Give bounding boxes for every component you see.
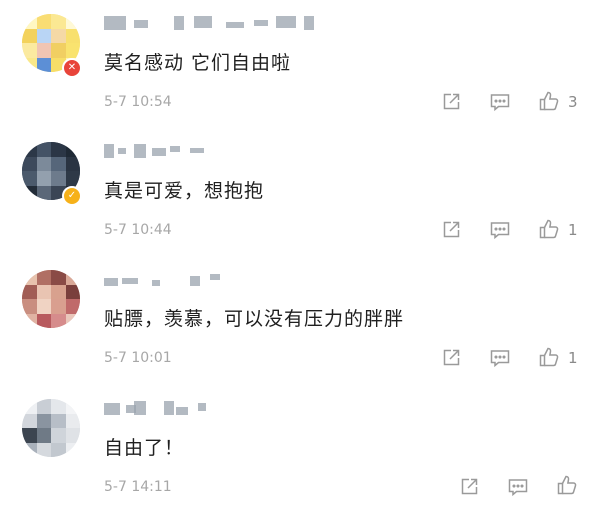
thumbs-up-icon[interactable] [538,90,560,112]
comment-icon[interactable] [489,91,511,113]
comment-icon[interactable] [489,219,511,241]
username-pixelated[interactable] [104,401,214,415]
verified-badge-icon: ✓ [62,186,82,206]
comment-time: 5-7 10:44 [104,222,172,238]
share-icon[interactable] [440,91,462,113]
comment-text: 真是可爱，想抱抱 [104,180,265,202]
like-count: 1 [568,349,578,367]
comment-time: 5-7 10:01 [104,350,172,366]
avatar[interactable] [22,270,80,328]
like-count: 1 [568,221,578,239]
comment-item: ✓ 真是可爱，想抱抱 5-7 10:44 1 [0,128,600,258]
share-icon[interactable] [440,347,462,369]
comment-text: 莫名感动 它们自由啦 [104,52,292,74]
comment-text: 贴膘，羡慕，可以没有压力的胖胖 [104,308,405,330]
username-pixelated[interactable] [104,16,324,30]
share-icon[interactable] [440,219,462,241]
avatar[interactable] [22,399,80,457]
like-count: 3 [568,93,578,111]
remove-badge-icon: ✕ [62,58,82,78]
comment-icon[interactable] [489,347,511,369]
comment-item: 贴膘，羡慕，可以没有压力的胖胖 5-7 10:01 1 [0,256,600,386]
comment-item: 自由了！ 5-7 14:11 [0,385,600,515]
username-pixelated[interactable] [104,144,214,158]
thumbs-up-icon[interactable] [538,218,560,240]
comment-list-screen: { "comments": [ { "text": "莫名感动 它们自由啦", … [0,0,600,497]
thumbs-up-icon[interactable] [556,474,578,496]
comment-time: 5-7 10:54 [104,94,172,110]
comment-text: 自由了！ [104,437,185,459]
comment-item: ✕ 莫名感动 它们自由啦 5-7 10:54 3 [0,0,600,130]
username-pixelated[interactable] [104,272,224,286]
comment-time: 5-7 14:11 [104,479,172,495]
thumbs-up-icon[interactable] [538,346,560,368]
